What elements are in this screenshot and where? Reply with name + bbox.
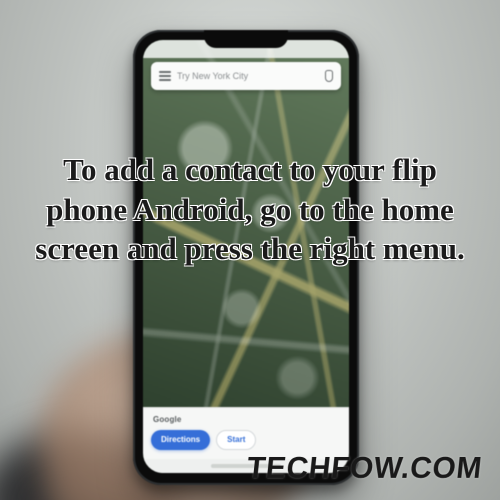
image-card: Try New York City Google Directions Star… <box>0 0 500 500</box>
overlay-caption: To add a contact to your flip phone Andr… <box>0 150 500 269</box>
site-watermark: TECHFOW.COM <box>245 452 483 486</box>
